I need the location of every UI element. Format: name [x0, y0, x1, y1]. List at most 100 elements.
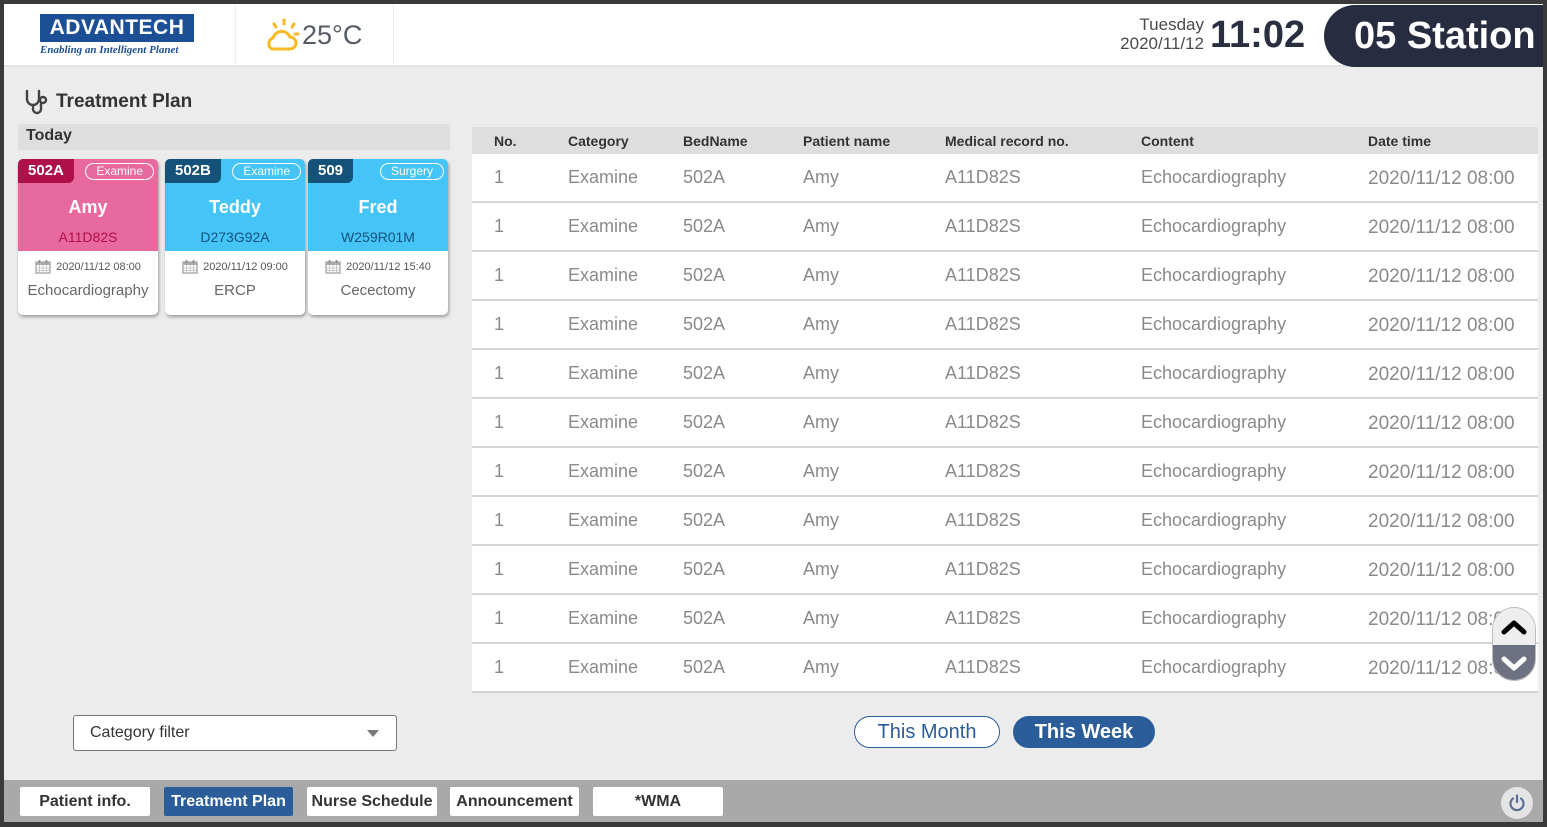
cell-category: Examine: [568, 167, 639, 187]
nav-patient-info[interactable]: Patient info.: [20, 787, 150, 816]
table-row[interactable]: 1 Examine 502A Amy A11D82S Echocardiography 20…: [472, 595, 1538, 644]
cell-medical-record: A11D82S: [945, 314, 1021, 334]
table-body: 1 Examine 502A Amy A11D82S Echocardiography 20…: [472, 154, 1538, 693]
table-row[interactable]: 1 Examine 502A Amy A11D82S Echocardiography 20…: [472, 644, 1538, 693]
weather-widget: 25°C: [236, 4, 394, 67]
cell-content: Echocardiography: [1141, 363, 1287, 383]
card-header: 502B Examine Teddy D273G92A: [165, 159, 305, 251]
scroll-up-button[interactable]: [1493, 608, 1535, 645]
nav-wma[interactable]: *WMA: [593, 787, 723, 816]
col-no[interactable]: No.: [472, 133, 568, 149]
patient-card[interactable]: 502A Examine Amy A11D82S 2020/11/12 08:0…: [18, 159, 158, 315]
category-filter-select[interactable]: Category filter: [73, 715, 397, 751]
patient-card[interactable]: 509 Surgery Fred W259R01M 2020/11/12 15:…: [308, 159, 448, 315]
nav-treatment-plan[interactable]: Treatment Plan: [164, 787, 293, 816]
cell-content: Echocardiography: [1141, 657, 1287, 677]
cell-date-time: 2020/11/12 08:00: [1368, 462, 1515, 483]
nav-announcement[interactable]: Announcement: [450, 787, 579, 816]
col-bedname[interactable]: BedName: [683, 133, 803, 149]
cell-content: Echocardiography: [1141, 461, 1287, 481]
calendar-icon: [35, 260, 51, 274]
cell-bedname: 502A: [683, 265, 726, 285]
cell-medical-record: A11D82S: [945, 657, 1021, 677]
weekday: Tuesday: [1139, 15, 1204, 34]
cell-date-time: 2020/11/12 08:00: [1368, 266, 1515, 287]
table-row[interactable]: 1 Examine 502A Amy A11D82S Echocardiography 20…: [472, 350, 1538, 399]
dropdown-arrow-icon: [367, 730, 379, 737]
cell-content: Echocardiography: [1141, 608, 1287, 628]
treatment-content: Echocardiography: [27, 282, 149, 299]
table-row[interactable]: 1 Examine 502A Amy A11D82S Echocardiography 20…: [472, 497, 1538, 546]
category-pill: Surgery: [379, 163, 444, 180]
table-row[interactable]: 1 Examine 502A Amy A11D82S Echocardiography 20…: [472, 399, 1538, 448]
cell-no: 1: [494, 167, 505, 187]
this-week-button[interactable]: This Week: [1013, 716, 1155, 748]
calendar-icon: [182, 260, 198, 274]
stethoscope-icon: [25, 89, 48, 115]
cell-no: 1: [494, 363, 505, 383]
nav-nurse-schedule[interactable]: Nurse Schedule: [307, 787, 437, 816]
cell-bedname: 502A: [683, 608, 726, 628]
cell-category: Examine: [568, 216, 639, 236]
cell-medical-record: A11D82S: [945, 461, 1021, 481]
power-icon: [1509, 794, 1525, 812]
cell-bedname: 502A: [683, 461, 726, 481]
page-title: Treatment Plan: [24, 88, 192, 116]
category-filter-value: Category filter: [90, 724, 190, 741]
table-row[interactable]: 1 Examine 502A Amy A11D82S Echocardiography 20…: [472, 154, 1538, 203]
col-medical-record[interactable]: Medical record no.: [945, 133, 1141, 149]
cell-patient-name: Amy: [803, 363, 839, 383]
table-row[interactable]: 1 Examine 502A Amy A11D82S Echocardiography 20…: [472, 203, 1538, 252]
date: 2020/11/12: [1120, 34, 1204, 53]
cell-category: Examine: [568, 657, 639, 677]
app-window: ADVANTECH Enabling an Intelligent Planet…: [4, 4, 1543, 822]
cell-content: Echocardiography: [1141, 412, 1287, 432]
cell-patient-name: Amy: [803, 216, 839, 236]
bottom-nav: Patient info. Treatment Plan Nurse Sched…: [4, 780, 1543, 822]
table-row[interactable]: 1 Examine 502A Amy A11D82S Echocardiography 20…: [472, 301, 1538, 350]
cell-content: Echocardiography: [1141, 265, 1287, 285]
col-content[interactable]: Content: [1141, 133, 1368, 149]
cell-content: Echocardiography: [1141, 216, 1287, 236]
card-header: 502A Examine Amy A11D82S: [18, 159, 158, 251]
logo-tagline: Enabling an Intelligent Planet: [40, 44, 179, 56]
cell-no: 1: [494, 608, 505, 628]
cell-no: 1: [494, 510, 505, 530]
temperature: 25°C: [302, 20, 363, 50]
power-button[interactable]: [1501, 787, 1533, 819]
calendar-icon: [325, 260, 341, 274]
patient-card[interactable]: 502B Examine Teddy D273G92A 2020/11/12 0…: [165, 159, 305, 315]
cell-medical-record: A11D82S: [945, 412, 1021, 432]
table-row[interactable]: 1 Examine 502A Amy A11D82S Echocardiography 20…: [472, 252, 1538, 301]
cell-patient-name: Amy: [803, 657, 839, 677]
header: ADVANTECH Enabling an Intelligent Planet…: [4, 4, 1543, 67]
medical-record-no: A11D82S: [58, 229, 118, 245]
chevron-down-icon: [1501, 656, 1527, 670]
col-date-time[interactable]: Date time: [1368, 133, 1538, 149]
card-datetime: 2020/11/12 08:00: [18, 259, 158, 274]
cell-category: Examine: [568, 363, 639, 383]
cell-patient-name: Amy: [803, 314, 839, 334]
table-row[interactable]: 1 Examine 502A Amy A11D82S Echocardiography 20…: [472, 546, 1538, 595]
cell-no: 1: [494, 461, 505, 481]
medical-record-no: W259R01M: [341, 229, 415, 245]
medical-record-no: D273G92A: [200, 229, 270, 245]
cell-date-time: 2020/11/12 08:00: [1368, 511, 1515, 532]
cell-date-time: 2020/11/12 08:00: [1368, 364, 1515, 385]
cell-no: 1: [494, 559, 505, 579]
this-month-button[interactable]: This Month: [854, 716, 1000, 748]
cell-patient-name: Amy: [803, 167, 839, 187]
cell-medical-record: A11D82S: [945, 216, 1021, 236]
col-category[interactable]: Category: [568, 133, 683, 149]
treatment-content: ERCP: [214, 282, 256, 299]
cell-category: Examine: [568, 265, 639, 285]
cell-medical-record: A11D82S: [945, 363, 1021, 383]
advantech-logo: ADVANTECH Enabling an Intelligent Planet: [40, 14, 194, 61]
cell-bedname: 502A: [683, 510, 726, 530]
table-row[interactable]: 1 Examine 502A Amy A11D82S Echocardiography 20…: [472, 448, 1538, 497]
col-patient-name[interactable]: Patient name: [803, 133, 945, 149]
cell-date-time: 2020/11/12 08:00: [1368, 217, 1515, 238]
station-label: 05 Station: [1324, 5, 1543, 67]
logo-cell: ADVANTECH Enabling an Intelligent Planet: [4, 4, 236, 67]
cell-no: 1: [494, 657, 505, 677]
